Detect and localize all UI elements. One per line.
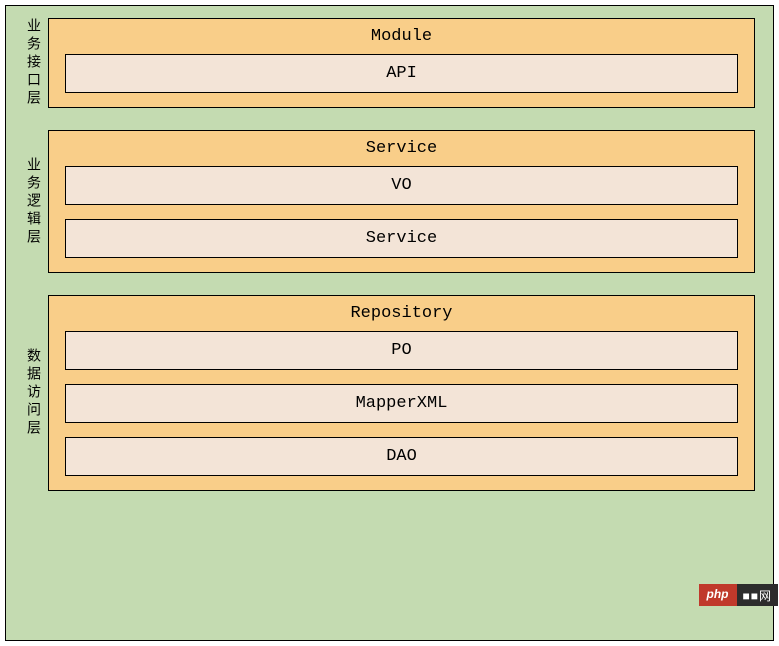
watermark-php: php <box>699 584 737 606</box>
watermark-badge: php ■■网 <box>699 584 779 606</box>
dao-box: DAO <box>65 437 738 476</box>
layer-business-logic: 业务逻辑层 Service VO Service <box>22 130 755 273</box>
layer-label-business-interface: 业务接口层 <box>22 18 42 108</box>
service-box: Service VO Service <box>48 130 755 273</box>
service-inner-box: Service <box>65 219 738 258</box>
vo-box: VO <box>65 166 738 205</box>
po-box: PO <box>65 331 738 370</box>
architecture-diagram: 业务接口层 Module API 业务逻辑层 Service VO Servic… <box>5 5 774 641</box>
mapperxml-box: MapperXML <box>65 384 738 423</box>
repository-box: Repository PO MapperXML DAO <box>48 295 755 491</box>
layer-business-interface: 业务接口层 Module API <box>22 18 755 108</box>
service-title: Service <box>65 139 738 158</box>
layer-label-data-access: 数据访问层 <box>22 295 42 491</box>
repository-title: Repository <box>65 304 738 323</box>
module-title: Module <box>65 27 738 46</box>
watermark-cn: ■■网 <box>737 584 779 606</box>
layer-data-access: 数据访问层 Repository PO MapperXML DAO <box>22 295 755 491</box>
module-box: Module API <box>48 18 755 108</box>
layer-label-business-logic: 业务逻辑层 <box>22 130 42 273</box>
api-box: API <box>65 54 738 93</box>
